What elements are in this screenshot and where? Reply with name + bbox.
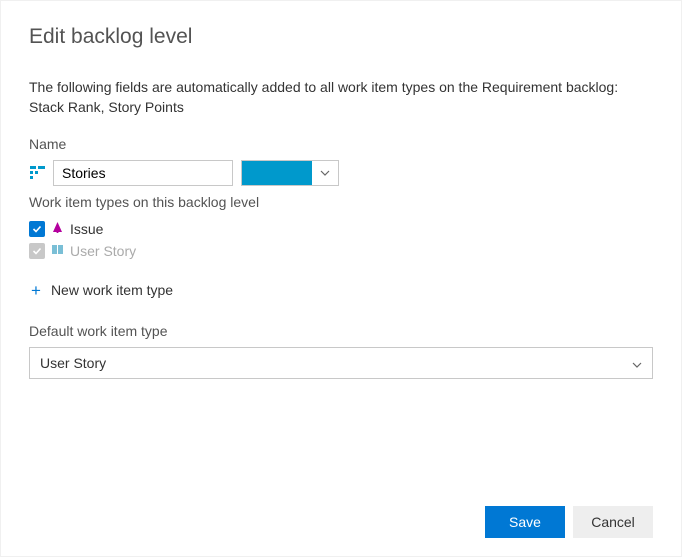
color-swatch (242, 161, 312, 185)
new-wit-label: New work item type (51, 282, 173, 298)
name-row (29, 160, 653, 186)
wit-row-issue[interactable]: Issue (29, 218, 653, 240)
user-story-icon (51, 243, 64, 259)
name-input[interactable] (53, 160, 233, 186)
cancel-button[interactable]: Cancel (573, 506, 653, 538)
plus-icon: + (31, 282, 41, 299)
default-wit-label: Default work item type (29, 323, 653, 339)
checkbox-disabled-icon (29, 243, 45, 259)
issue-icon (51, 221, 64, 237)
color-picker[interactable] (241, 160, 339, 186)
wit-label: Issue (70, 221, 103, 237)
dialog-info-text: The following fields are automatically a… (29, 77, 653, 118)
save-button[interactable]: Save (485, 506, 565, 538)
name-field-label: Name (29, 136, 653, 152)
wit-label: User Story (70, 243, 136, 259)
backlog-icon (29, 165, 45, 181)
new-work-item-type-button[interactable]: + New work item type (29, 276, 653, 305)
wit-section-label: Work item types on this backlog level (29, 194, 653, 210)
checkbox-checked-icon[interactable] (29, 221, 45, 237)
default-wit-dropdown[interactable]: User Story (29, 347, 653, 379)
default-wit-value: User Story (40, 355, 106, 371)
chevron-down-icon (632, 355, 642, 371)
dialog-footer: Save Cancel (485, 506, 653, 538)
wit-row-user-story: User Story (29, 240, 653, 262)
chevron-down-icon (312, 161, 338, 185)
wit-list: Issue User Story (29, 218, 653, 262)
dialog-title: Edit backlog level (29, 25, 653, 49)
